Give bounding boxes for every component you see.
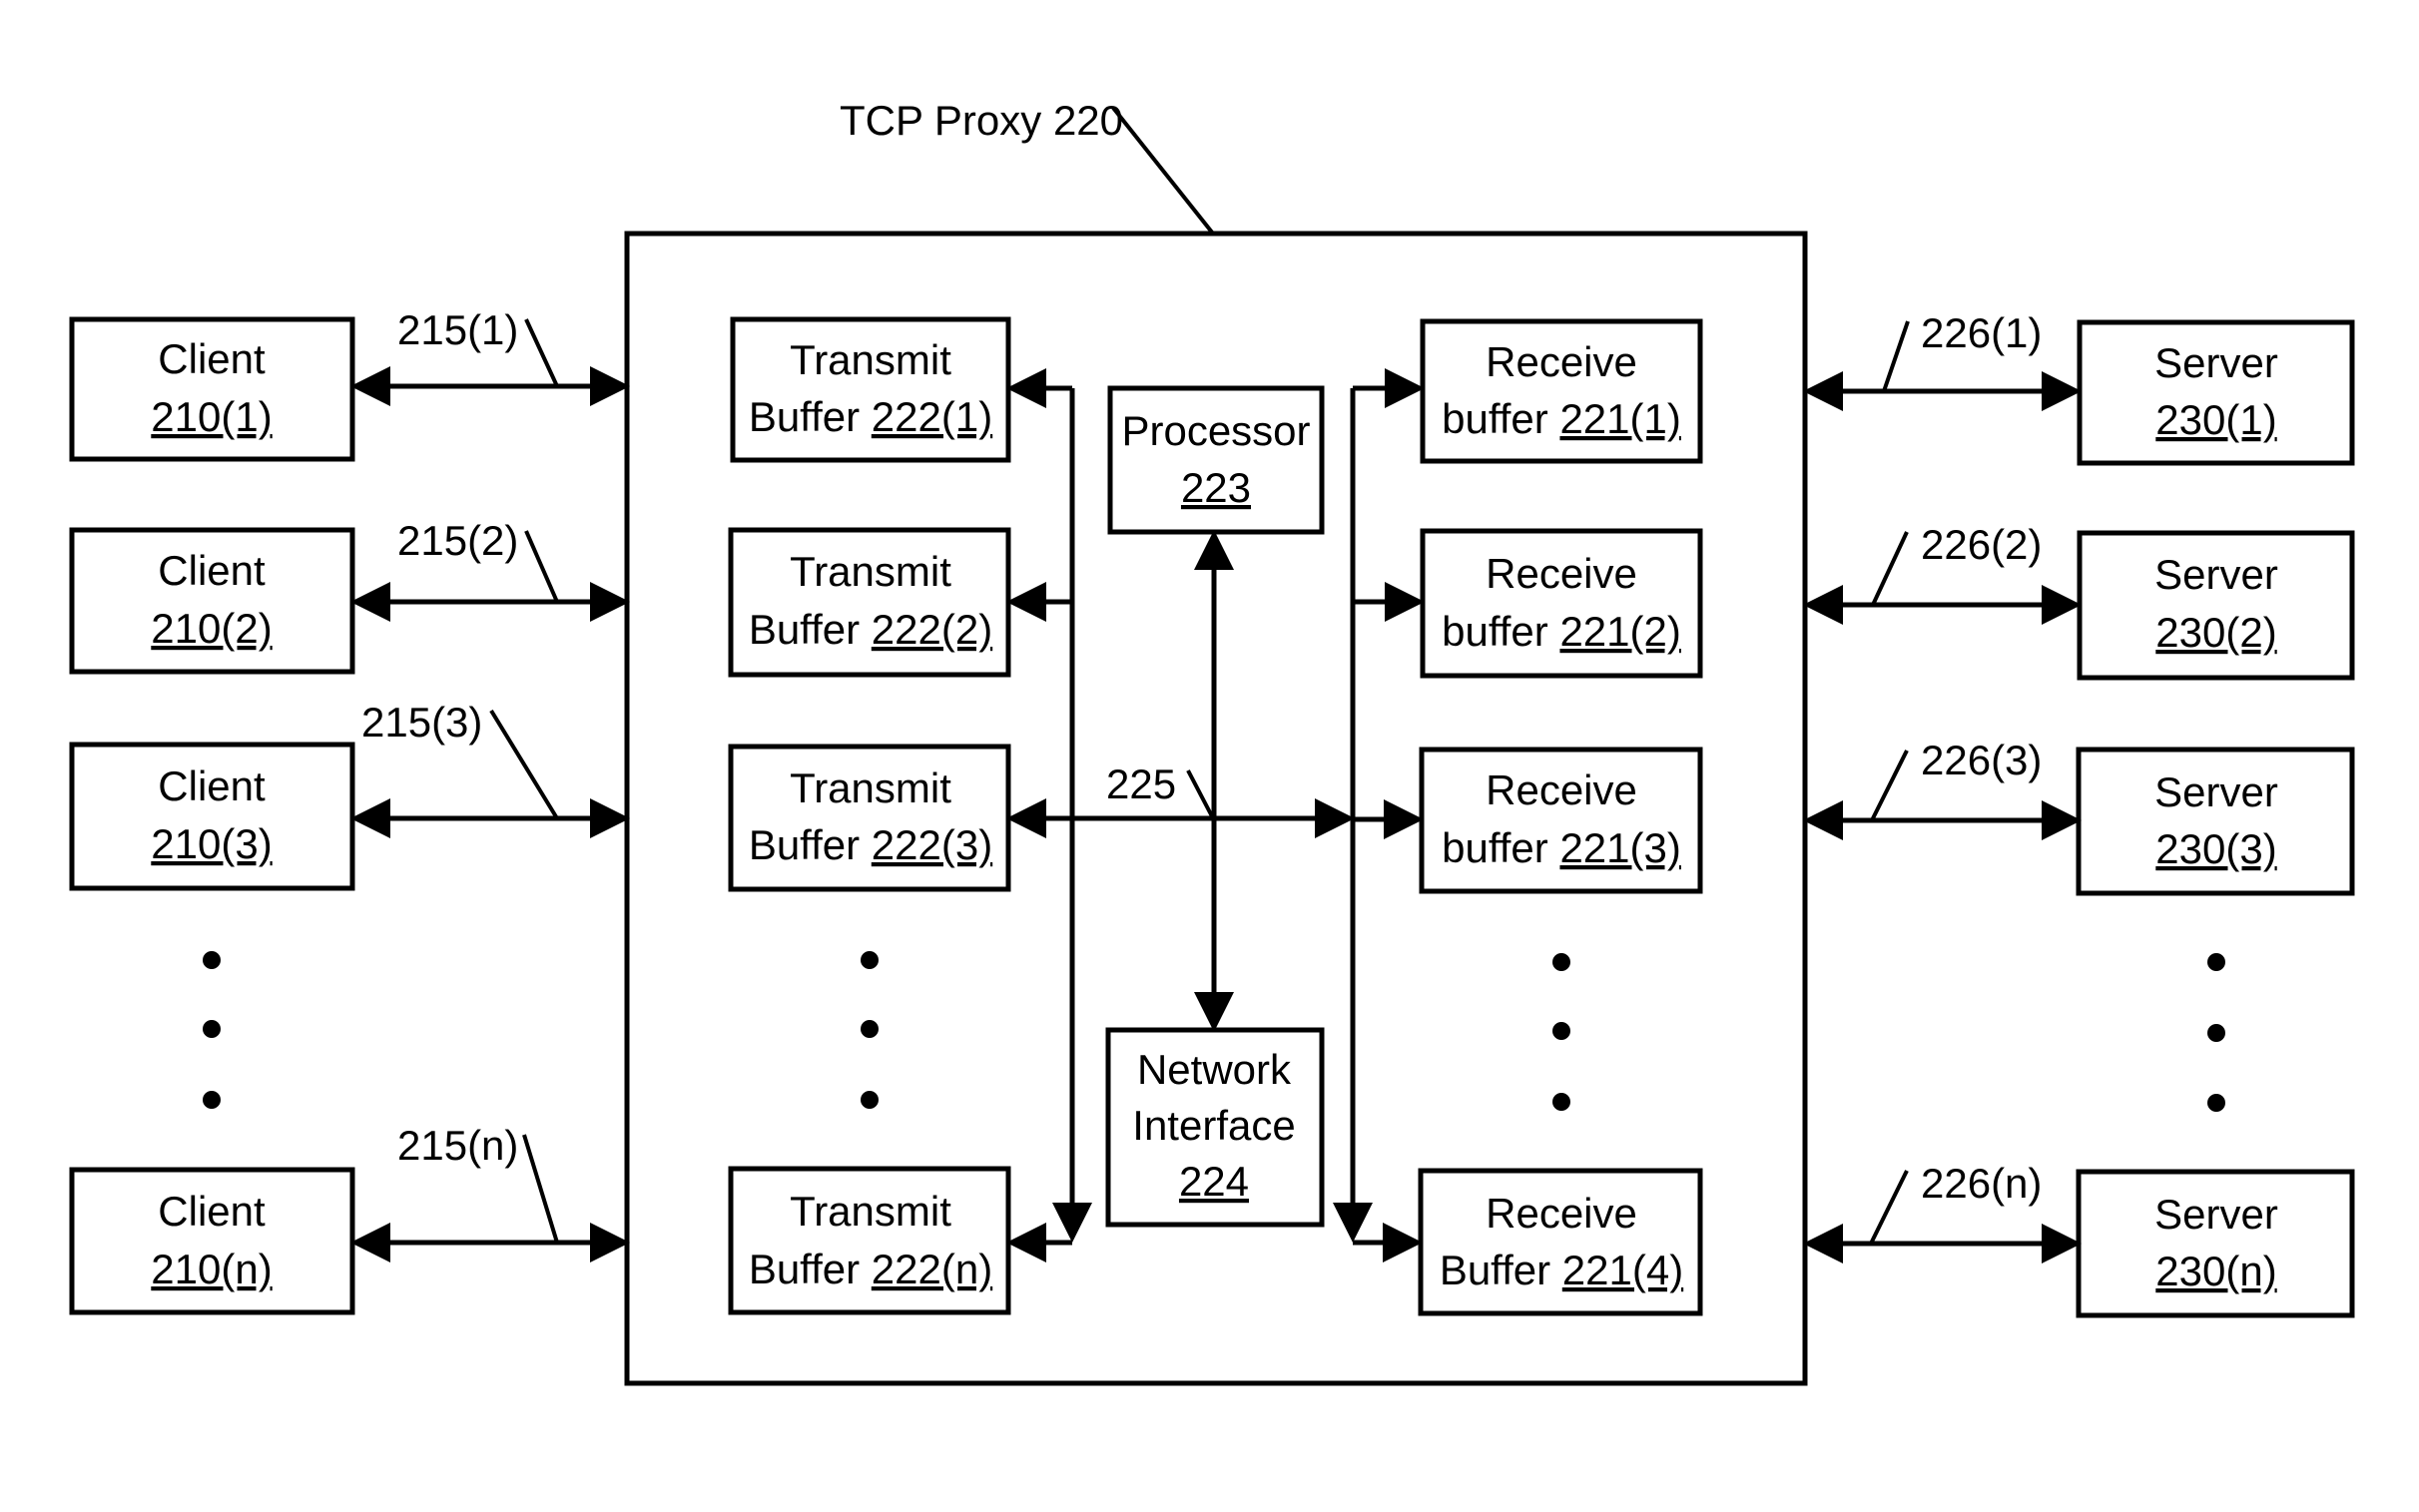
server-link-3: 226(3)	[1803, 737, 2082, 840]
server-link-n: 226(n)	[1803, 1160, 2082, 1263]
tcp-proxy-diagram: TCP Proxy 220 Client 210(1) Client 210(2…	[69, 97, 2355, 1386]
server-title: Server	[2154, 1191, 2278, 1238]
client-link-n: 215(n)	[350, 1122, 630, 1262]
ellipsis-dot	[203, 1091, 221, 1109]
buffer-title: Receive	[1486, 766, 1637, 813]
buffer-title: Receive	[1486, 338, 1637, 385]
buffer-caption: buffer 221(1)	[1442, 395, 1681, 442]
link-label: 215(1)	[397, 306, 518, 353]
client-title: Client	[158, 547, 266, 594]
client-title: Client	[158, 335, 266, 382]
client-3: Client 210(3)	[69, 742, 355, 891]
buffer-caption: Buffer 222(3)	[749, 821, 992, 868]
ellipsis-dot	[2207, 1094, 2225, 1112]
processor-id: 223	[1181, 464, 1251, 511]
server-id: 230(2)	[2155, 609, 2276, 656]
client-id: 210(2)	[151, 605, 272, 652]
transmit-buffer-2: Transmit Buffer 222(2)	[728, 527, 1011, 678]
ellipsis-dot	[2207, 1024, 2225, 1042]
link-label: 226(3)	[1921, 737, 2042, 783]
link-label: 215(2)	[397, 517, 518, 564]
client-link-2: 215(2)	[350, 517, 630, 622]
transmit-buffer-3: Transmit Buffer 222(3)	[728, 744, 1011, 892]
server-3: Server 230(3)	[2076, 747, 2355, 896]
link-label: 215(3)	[361, 699, 482, 746]
proxy-leader-line	[1111, 106, 1215, 236]
server-title: Server	[2154, 339, 2278, 386]
client-n: Client 210(n)	[69, 1167, 355, 1315]
server-link-2: 226(2)	[1803, 521, 2082, 625]
receive-buffer-3: Receive buffer 221(3)	[1419, 747, 1703, 894]
server-1: Server 230(1)	[2077, 319, 2355, 466]
buffer-caption: Buffer 221(4)	[1440, 1247, 1683, 1293]
server-id: 230(3)	[2155, 825, 2276, 872]
server-2: Server 230(2)	[2077, 530, 2355, 681]
server-title: Server	[2154, 551, 2278, 598]
client-link-3: 215(3)	[350, 699, 630, 838]
client-id: 210(3)	[151, 820, 272, 867]
link-label: 226(1)	[1921, 309, 2042, 356]
receive-buffer-1: Receive buffer 221(1)	[1420, 318, 1703, 464]
buffer-title: Receive	[1486, 550, 1637, 597]
network-interface: Network Interface 224	[1105, 1027, 1325, 1228]
ellipsis-dot	[1552, 1093, 1570, 1111]
transmit-buffer-1: Transmit Buffer 222(1)	[730, 316, 1011, 463]
network-title-1: Network	[1137, 1046, 1292, 1093]
buffer-caption: buffer 221(2)	[1442, 608, 1681, 655]
buffer-title: Transmit	[790, 548, 951, 595]
ellipsis-dot	[1552, 1022, 1570, 1040]
buffer-caption: Buffer 222(1)	[749, 393, 992, 440]
ellipsis-dot	[2207, 953, 2225, 971]
buffer-title: Transmit	[790, 764, 951, 811]
buffer-title: Transmit	[790, 336, 951, 383]
processor-title: Processor	[1121, 407, 1310, 454]
ellipsis-dot	[861, 951, 879, 969]
server-title: Server	[2154, 768, 2278, 815]
server-id: 230(n)	[2155, 1248, 2276, 1294]
link-label: 226(2)	[1921, 521, 2042, 568]
ellipsis-dot	[861, 1091, 879, 1109]
transmit-buffer-n: Transmit Buffer 222(n)	[728, 1166, 1011, 1315]
buffer-title: Receive	[1486, 1190, 1637, 1237]
buffer-caption: buffer 221(3)	[1442, 824, 1681, 871]
ellipsis-dot	[861, 1020, 879, 1038]
receive-buffer-4: Receive Buffer 221(4)	[1418, 1168, 1703, 1316]
bus-label: 225	[1106, 760, 1176, 807]
ellipsis-dot	[1552, 953, 1570, 971]
client-1: Client 210(1)	[69, 316, 355, 462]
client-title: Client	[158, 762, 266, 809]
client-2: Client 210(2)	[69, 527, 355, 675]
client-title: Client	[158, 1188, 266, 1235]
link-label: 215(n)	[397, 1122, 518, 1169]
proxy-label: TCP Proxy 220	[840, 97, 1123, 144]
buffer-caption: Buffer 222(n)	[749, 1246, 992, 1292]
client-id: 210(1)	[151, 393, 272, 440]
processor: Processor 223	[1107, 385, 1325, 535]
server-link-1: 226(1)	[1803, 309, 2082, 411]
receive-buffer-2: Receive buffer 221(2)	[1420, 528, 1703, 679]
ellipsis-dot	[203, 1020, 221, 1038]
link-label: 226(n)	[1921, 1160, 2042, 1207]
buffer-caption: Buffer 222(2)	[749, 606, 992, 653]
server-n: Server 230(n)	[2076, 1169, 2355, 1318]
network-id: 224	[1179, 1158, 1249, 1205]
server-id: 230(1)	[2155, 396, 2276, 443]
client-link-1: 215(1)	[350, 306, 630, 406]
ellipsis-dot	[203, 951, 221, 969]
network-title-2: Interface	[1132, 1102, 1295, 1149]
buffer-title: Transmit	[790, 1188, 951, 1235]
client-id: 210(n)	[151, 1246, 272, 1292]
